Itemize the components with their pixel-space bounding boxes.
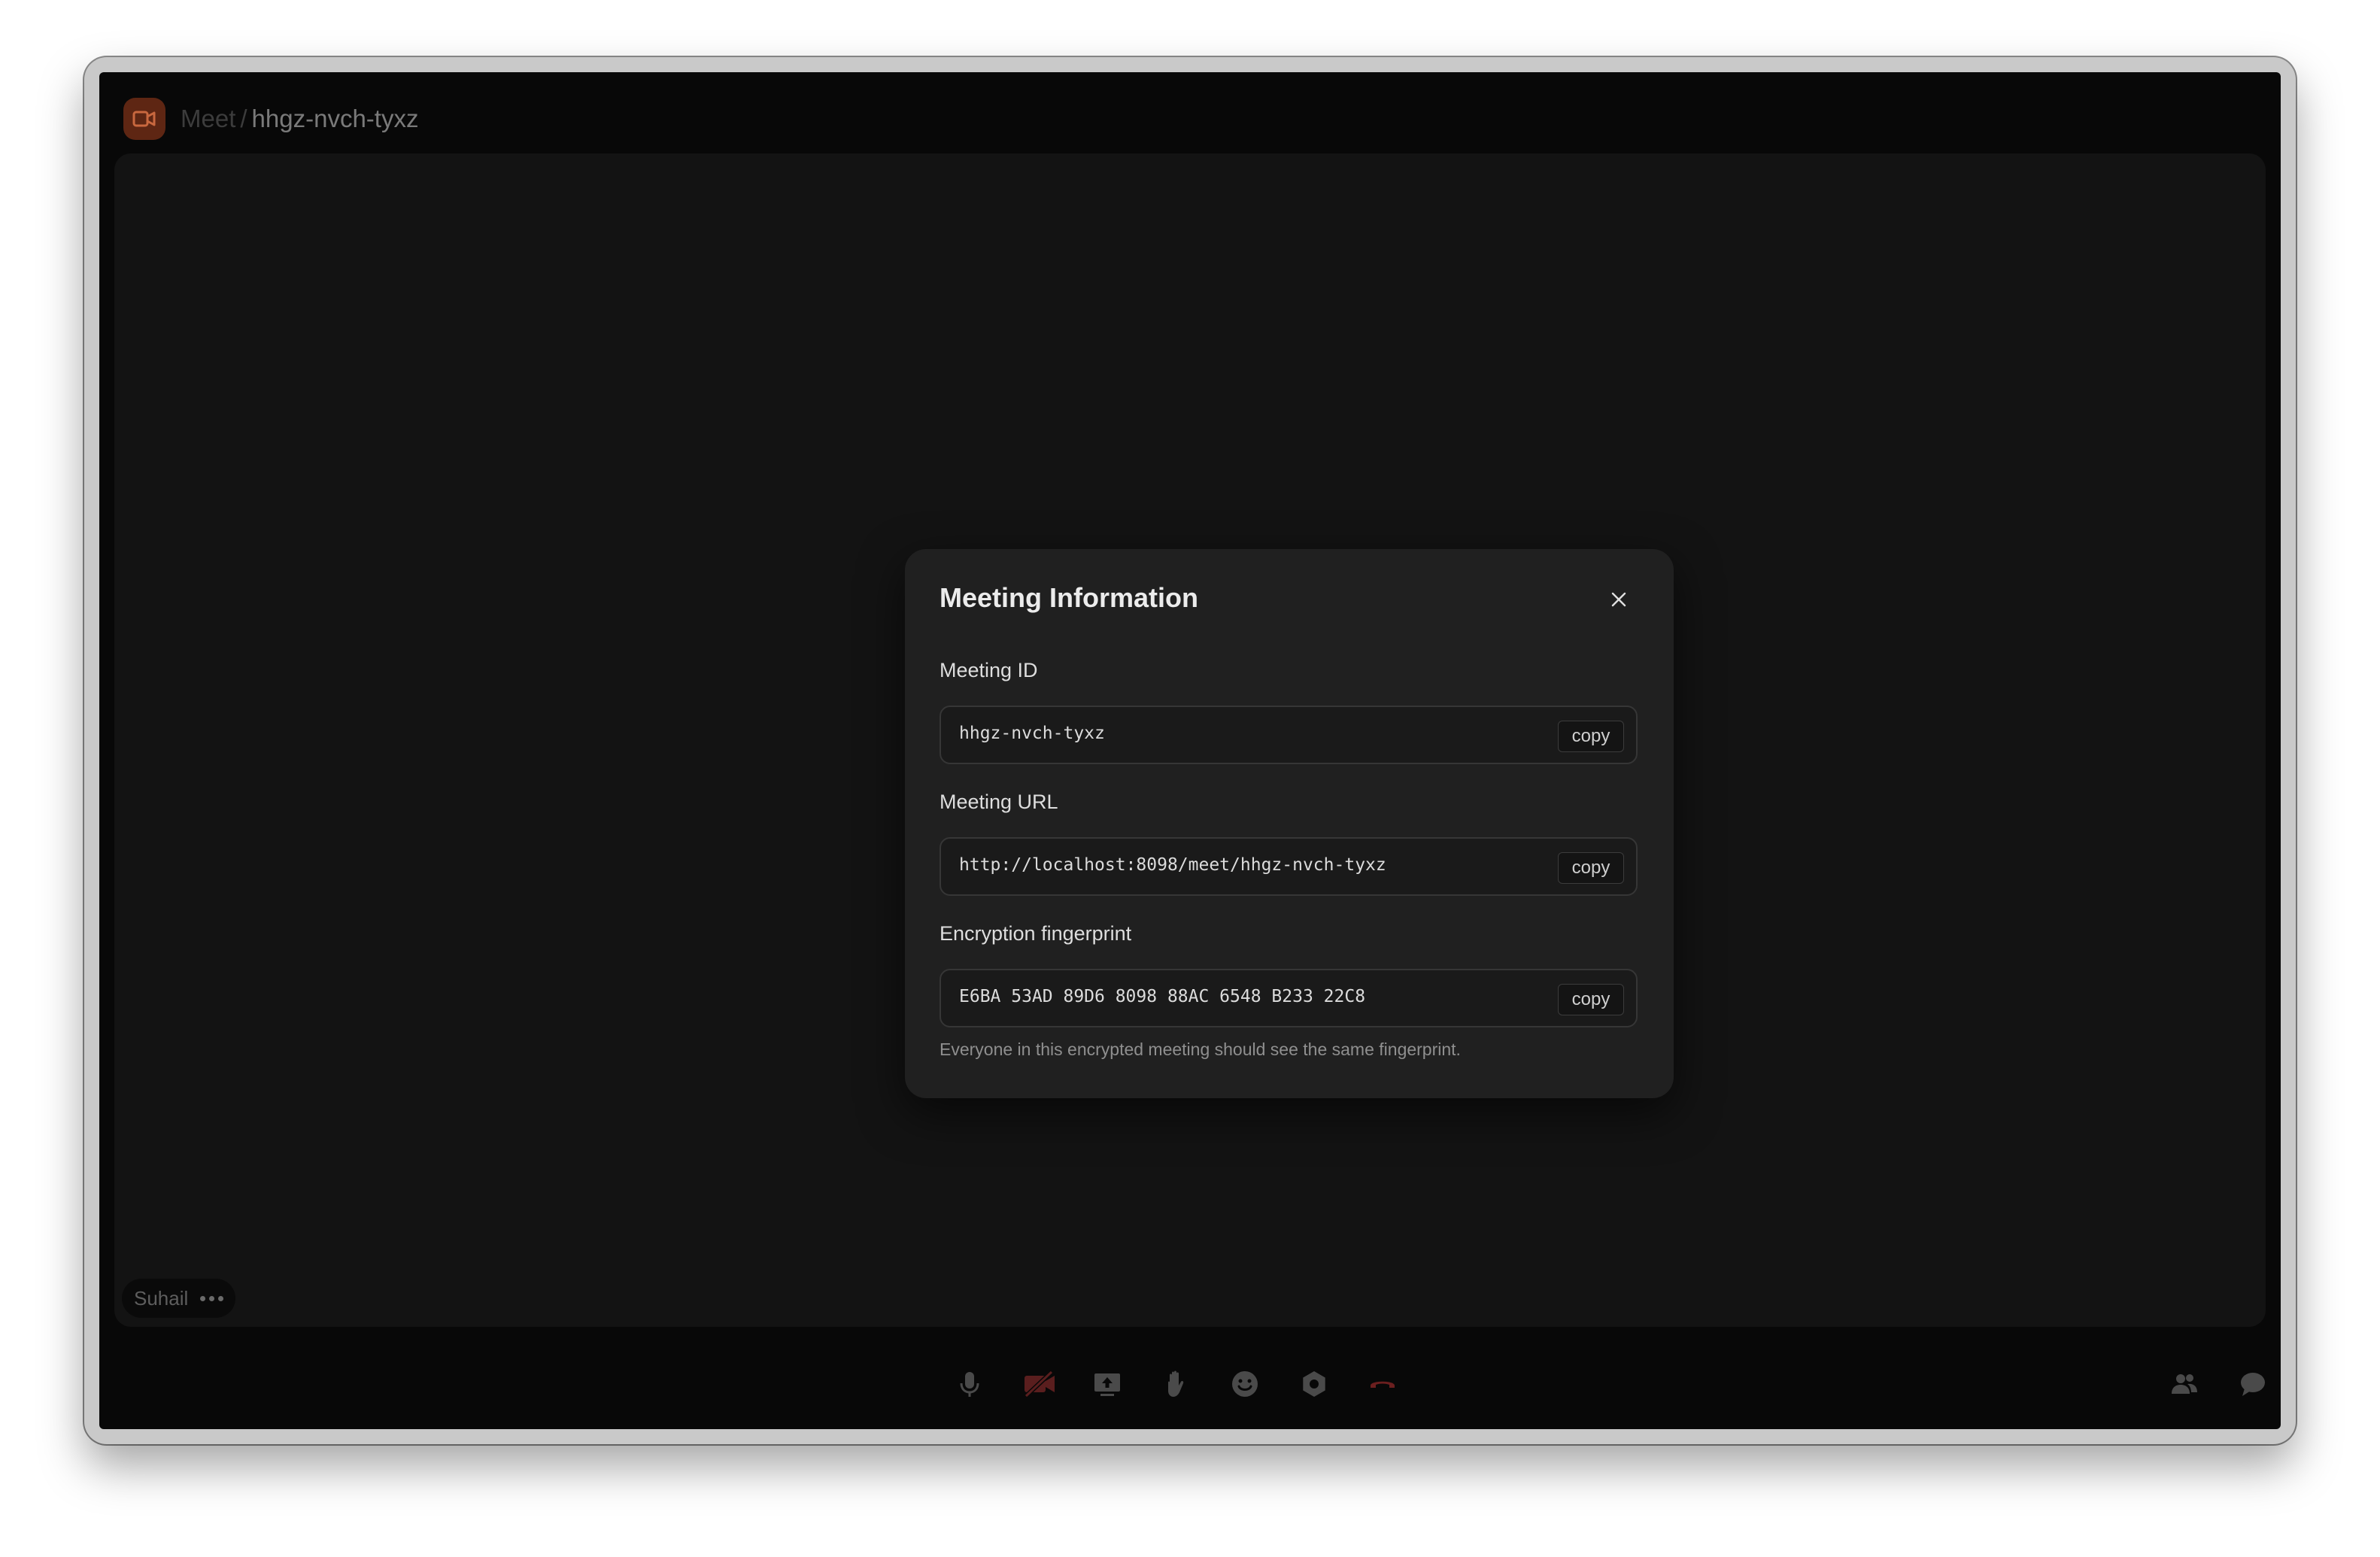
microphone-icon — [960, 1372, 979, 1397]
browser-window: Meet / hhgz-nvch-tyxz Suhail Meeting Inf… — [84, 57, 2296, 1444]
meet-logo-icon[interactable] — [123, 98, 165, 140]
encryption-fingerprint-field: E6BA 53AD 89D6 8098 88AC 6548 B233 22C8 … — [940, 969, 1638, 1027]
participants-icon — [2172, 1374, 2197, 1394]
participant-name-tag: Suhail — [122, 1279, 236, 1318]
call-controls — [99, 1351, 2281, 1419]
copy-fingerprint-button[interactable]: copy — [1558, 984, 1624, 1015]
participant-more-icon[interactable] — [200, 1295, 224, 1301]
meeting-url-label: Meeting URL — [940, 791, 1058, 813]
meeting-url-field: http://localhost:8098/meet/hhgz-nvch-tyx… — [940, 837, 1638, 896]
top-bar: Meet / hhgz-nvch-tyxz — [99, 72, 2281, 153]
copy-meeting-id-button[interactable]: copy — [1558, 721, 1624, 752]
raise-hand-button[interactable] — [1152, 1360, 1201, 1408]
meeting-url-value[interactable]: http://localhost:8098/meet/hhgz-nvch-tyx… — [959, 855, 1386, 875]
dialog-title: Meeting Information — [940, 582, 1198, 613]
settings-icon — [1303, 1371, 1325, 1397]
participants-button[interactable] — [2160, 1360, 2208, 1408]
breadcrumb: Meet / hhgz-nvch-tyxz — [181, 102, 418, 135]
breadcrumb-root[interactable]: Meet — [181, 105, 235, 132]
hang-up-button[interactable] — [1358, 1360, 1407, 1408]
fingerprint-hint: Everyone in this encrypted meeting shoul… — [940, 1040, 1461, 1059]
meeting-id-value[interactable]: hhgz-nvch-tyxz — [959, 724, 1105, 743]
meeting-id-label: Meeting ID — [940, 659, 1038, 681]
emoji-button[interactable] — [1221, 1360, 1269, 1408]
settings-button[interactable] — [1290, 1360, 1338, 1408]
raise-hand-icon — [1168, 1370, 1184, 1397]
meeting-id-field: hhgz-nvch-tyxz copy — [940, 706, 1638, 764]
microphone-button[interactable] — [946, 1360, 994, 1408]
chat-icon — [2241, 1373, 2265, 1396]
close-button[interactable] — [1600, 581, 1638, 618]
meeting-screen: Meet / hhgz-nvch-tyxz Suhail Meeting Inf… — [99, 72, 2281, 1429]
screen-share-button[interactable] — [1083, 1360, 1131, 1408]
meeting-info-dialog: Meeting Information Meeting ID hhgz-nvch… — [905, 549, 1674, 1098]
close-icon — [1611, 592, 1626, 607]
hang-up-icon — [1371, 1381, 1395, 1388]
emoji-icon — [1232, 1371, 1258, 1397]
camera-off-icon — [1024, 1370, 1055, 1398]
breadcrumb-separator: / — [240, 105, 247, 132]
encryption-fingerprint-label: Encryption fingerprint — [940, 922, 1132, 945]
chat-button[interactable] — [2229, 1360, 2277, 1408]
participant-name: Suhail — [134, 1286, 189, 1310]
camera-toggle-button[interactable] — [1014, 1360, 1062, 1408]
encryption-fingerprint-value[interactable]: E6BA 53AD 89D6 8098 88AC 6548 B233 22C8 — [959, 987, 1365, 1006]
copy-meeting-url-button[interactable]: copy — [1558, 852, 1624, 884]
breadcrumb-current: hhgz-nvch-tyxz — [251, 105, 419, 132]
screen-share-icon — [1094, 1373, 1120, 1396]
